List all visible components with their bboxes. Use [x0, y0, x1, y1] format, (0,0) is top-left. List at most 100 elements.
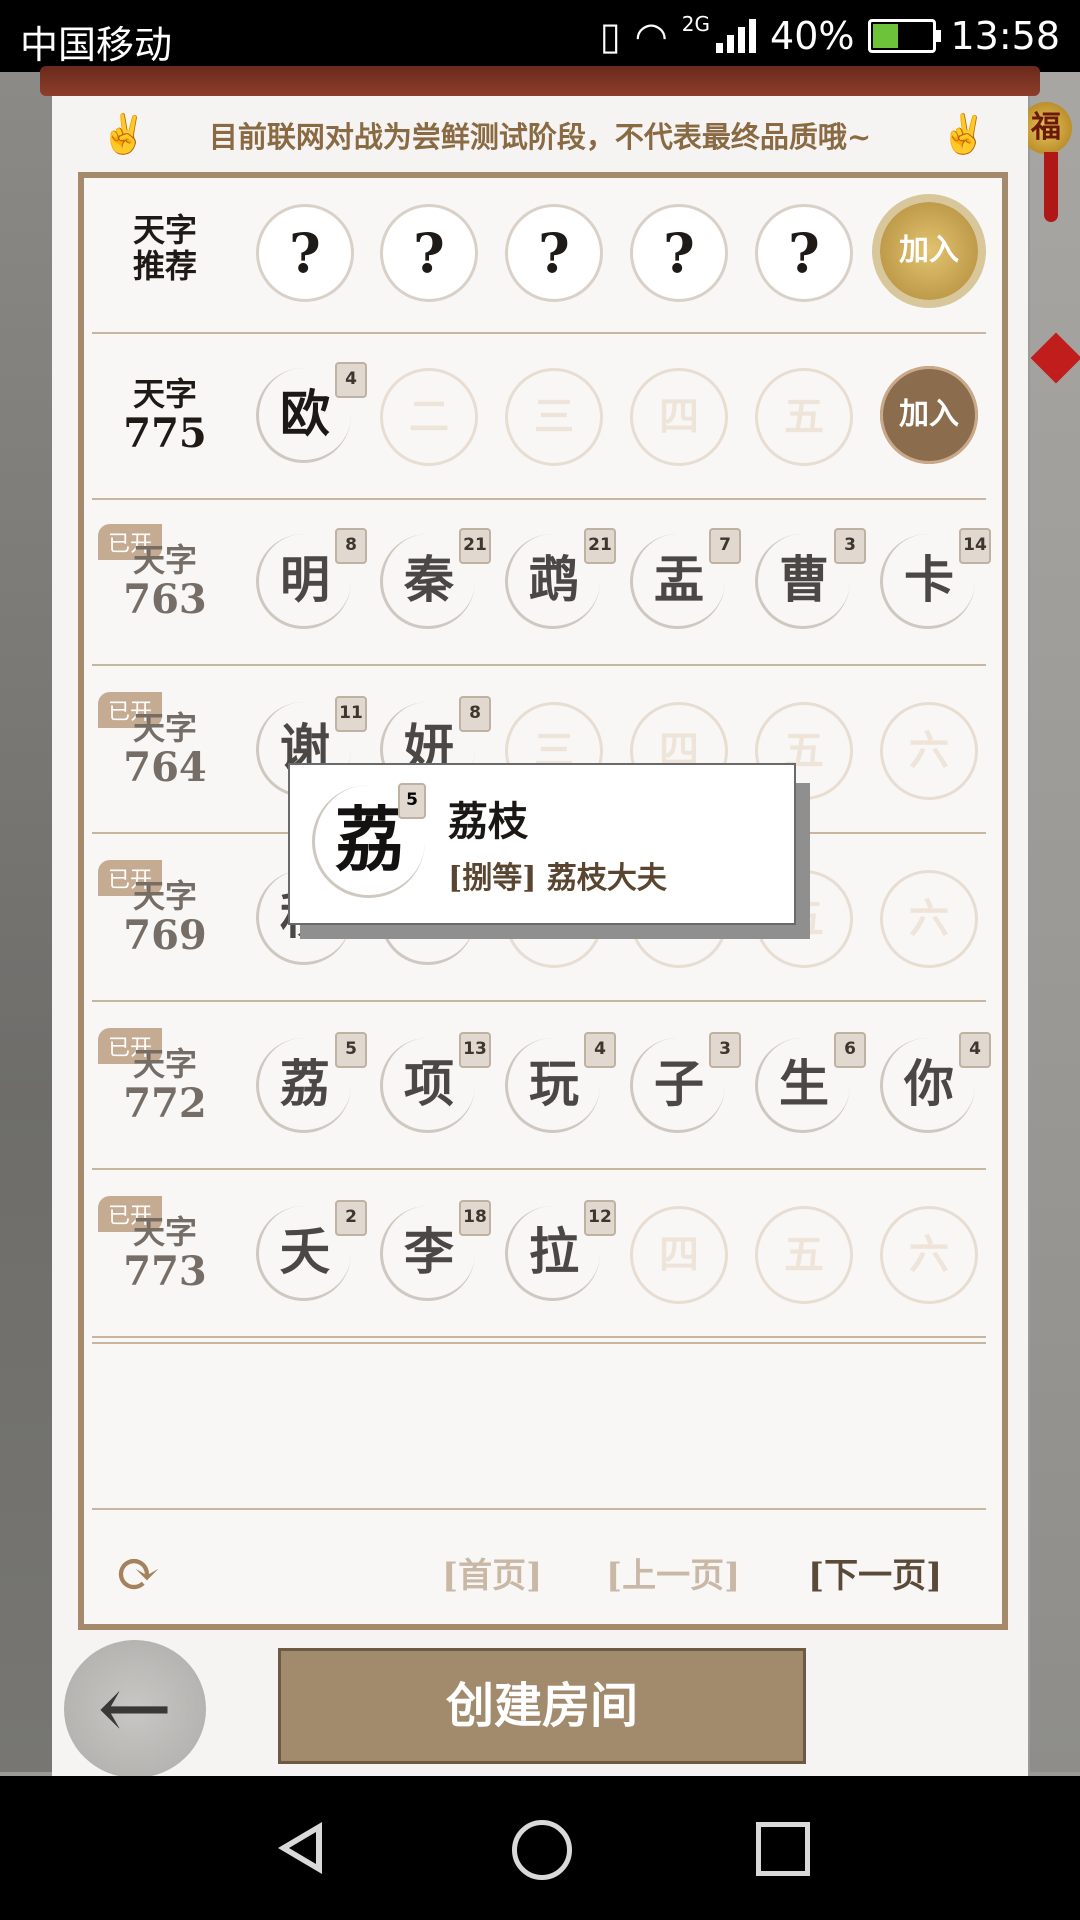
carrier-label: 中国移动	[20, 23, 173, 67]
empty-row	[92, 1340, 986, 1344]
room-label-line1: 天字	[132, 211, 197, 249]
popup-level-badge: 5	[398, 783, 426, 819]
room-row[interactable]: 已开 天字 763 明 8 秦 21 鹉 21 盂 7 曹 3 卡 14	[92, 500, 991, 666]
player-slot[interactable]: 李 18	[380, 1200, 491, 1301]
slot-char: ?	[788, 221, 820, 285]
player-slot[interactable]: 秦 21	[380, 528, 491, 629]
empty-seat-slot[interactable]: 四	[630, 368, 728, 466]
next-page-link[interactable]: [下一页]	[808, 1548, 942, 1597]
slot-char: 你	[904, 1054, 954, 1113]
room-label-line2: 769	[123, 912, 207, 959]
player-slot[interactable]: 曹3	[755, 528, 866, 629]
empty-seat-slot[interactable]: 三	[505, 368, 603, 466]
player-slot[interactable]: 拉 12	[505, 1200, 616, 1301]
player-level-badge: 18	[459, 1200, 491, 1236]
player-level-badge: 2	[335, 1200, 367, 1236]
room-label-line1: 天字	[132, 1213, 197, 1251]
join-room-button[interactable]: 加入	[880, 366, 978, 464]
unknown-player-slot[interactable]: ?	[380, 204, 478, 302]
slot-char: 六	[909, 895, 949, 942]
nav-recents-icon[interactable]	[756, 1822, 810, 1876]
unknown-player-slot[interactable]: ?	[630, 204, 728, 302]
nav-home-icon[interactable]	[512, 1820, 572, 1880]
player-slot[interactable]: 卡 14	[880, 528, 991, 629]
empty-seat-slot[interactable]: 二	[380, 368, 478, 466]
status-bar: 中国移动 ▯ ◠ 2G 40% 13:58	[0, 0, 1080, 72]
battery-percent: 40%	[770, 14, 855, 58]
player-slot[interactable]: 明8	[256, 528, 367, 629]
first-page-link[interactable]: [首页]	[442, 1548, 542, 1597]
slot-char: 鹉	[529, 550, 579, 609]
player-level-badge: 4	[584, 1032, 616, 1068]
player-level-badge: 6	[834, 1032, 866, 1068]
victory-hand-icon-right: ✌	[940, 112, 988, 156]
player-level-badge: 12	[584, 1200, 616, 1236]
unknown-player-slot[interactable]: ?	[755, 204, 853, 302]
slot-char: ?	[413, 221, 445, 285]
player-slot[interactable]: 玩4	[505, 1032, 616, 1133]
join-room-button[interactable]: 加入	[880, 202, 978, 300]
background-scenery-right	[1030, 72, 1080, 1772]
create-room-button[interactable]: 创建房间	[278, 1648, 806, 1764]
player-slot[interactable]: 盂7	[630, 528, 741, 629]
player-slot[interactable]: 夭2	[256, 1200, 367, 1301]
player-slot[interactable]: 欧4	[256, 362, 367, 463]
room-label: 天字 推荐	[110, 212, 220, 284]
player-level-badge: 8	[459, 696, 491, 732]
player-level-badge: 3	[709, 1032, 741, 1068]
slot-char: 秦	[404, 550, 454, 609]
player-slot[interactable]: 项 13	[380, 1032, 491, 1133]
empty-seat-slot[interactable]: 六	[880, 702, 978, 800]
empty-seat-slot[interactable]: 五	[755, 1206, 853, 1304]
player-level-badge: 14	[959, 528, 991, 564]
room-label-line1: 天字	[132, 709, 197, 747]
player-slot[interactable]: 你4	[880, 1032, 991, 1133]
player-level-badge: 5	[335, 1032, 367, 1068]
slot-char: ?	[289, 221, 321, 285]
slot-char: 五	[784, 1231, 824, 1278]
player-slot[interactable]: 生6	[755, 1032, 866, 1133]
scroll-header-decoration	[40, 66, 1040, 96]
room-row[interactable]: 天字 775 欧 4 二 三 四 五 加入	[92, 334, 986, 500]
player-slot[interactable]: 鹉 21	[505, 528, 616, 629]
refresh-icon[interactable]: ⟳	[108, 1544, 168, 1604]
empty-row	[92, 1506, 986, 1510]
popup-player-rank: [捌等] 荔枝大夫	[448, 861, 667, 896]
room-label-line1: 天字	[132, 375, 197, 413]
room-label: 天字 775	[110, 376, 220, 456]
player-slot[interactable]: 子3	[630, 1032, 741, 1133]
slot-char: 三	[534, 393, 574, 440]
slot-char: 荔	[280, 1054, 330, 1113]
room-row[interactable]: 已开 天字 772 荔 5 项 13 玩 4 子 3 生 6 你 4	[92, 1004, 991, 1170]
slot-char: 卡	[904, 550, 954, 609]
battery-icon	[868, 19, 942, 53]
vibrate-icon: ▯	[599, 14, 621, 58]
room-label-line1: 天字	[132, 1045, 197, 1083]
player-level-badge: 11	[335, 696, 367, 732]
prev-page-link[interactable]: [上一页]	[606, 1548, 740, 1597]
empty-seat-slot[interactable]: 六	[880, 1206, 978, 1304]
room-row[interactable]: 天字 推荐????? 加入	[92, 172, 986, 334]
room-label-line2: 773	[123, 1248, 207, 1295]
slot-char: 夭	[280, 1222, 330, 1281]
unknown-player-slot[interactable]: ?	[256, 204, 354, 302]
empty-seat-slot[interactable]: 四	[630, 1206, 728, 1304]
slot-char: 曹	[779, 550, 829, 609]
signal-icon	[716, 19, 757, 53]
slot-char: 玩	[529, 1054, 579, 1113]
empty-seat-slot[interactable]: 五	[755, 368, 853, 466]
slot-char: 六	[909, 727, 949, 774]
slot-char: 盂	[654, 550, 704, 609]
player-info-popup[interactable]: 荔 5 荔枝 [捌等] 荔枝大夫	[288, 763, 796, 925]
empty-seat-slot[interactable]: 六	[880, 870, 978, 968]
slot-char: 项	[404, 1054, 454, 1113]
room-row[interactable]: 已开 天字 773 夭 2 李 18 拉 12 四五六	[92, 1172, 986, 1338]
slot-char: ?	[663, 221, 695, 285]
player-slot[interactable]: 荔5	[256, 1032, 367, 1133]
slot-char: 李	[404, 1222, 454, 1281]
back-arrow-icon[interactable]: ←	[64, 1640, 206, 1778]
room-label: 天字 769	[110, 878, 220, 958]
unknown-player-slot[interactable]: ?	[505, 204, 603, 302]
player-level-badge: 21	[584, 528, 616, 564]
popup-player-name: 荔枝	[448, 798, 528, 845]
